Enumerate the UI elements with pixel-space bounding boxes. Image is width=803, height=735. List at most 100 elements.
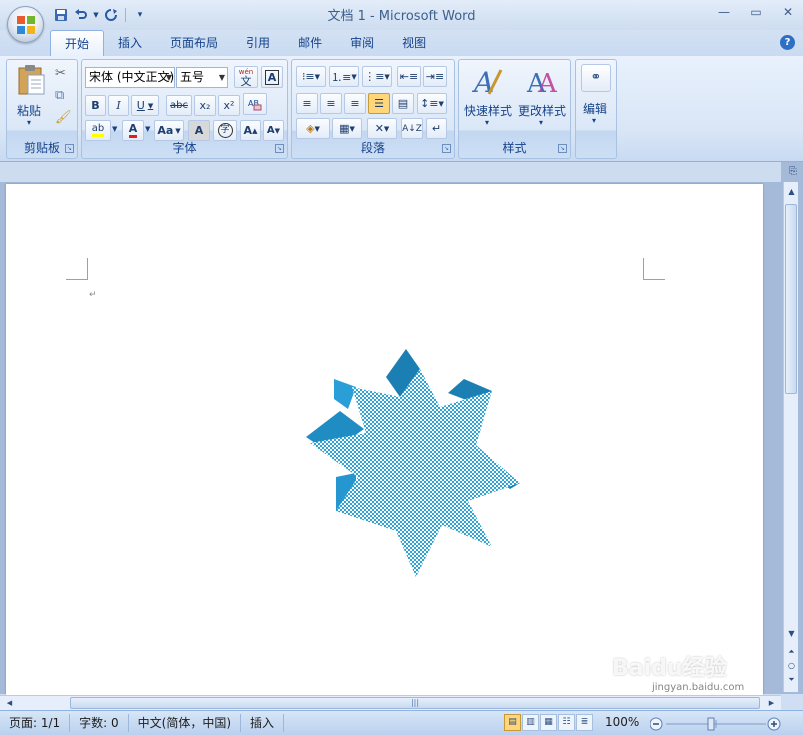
justify-button[interactable]: ☰ <box>368 93 390 114</box>
increase-indent-button[interactable]: ⇥≡ <box>423 66 447 87</box>
scroll-right-icon[interactable]: ▶ <box>764 696 779 711</box>
borders-button[interactable]: ▦ ▼ <box>332 118 362 139</box>
language-indicator[interactable]: 中文(简体，中国) <box>129 714 242 732</box>
full-screen-reading-icon[interactable]: ▥ <box>522 714 539 731</box>
decrease-indent-button[interactable]: ⇤≡ <box>397 66 421 87</box>
character-border-button[interactable]: A <box>261 66 283 88</box>
font-name-select[interactable]: 宋体 (中文正文) ▼ <box>85 67 175 88</box>
character-shading-button[interactable]: A <box>188 120 210 141</box>
editing-group[interactable]: ⚭ 编辑 ▾ <box>575 59 617 159</box>
shading-icon: ◈ <box>306 122 315 135</box>
previous-page-icon[interactable]: ⏶ <box>784 644 799 659</box>
scroll-up-icon[interactable]: ▲ <box>784 184 799 199</box>
highlight-button[interactable]: ab <box>85 120 111 141</box>
help-icon[interactable]: ? <box>780 35 795 50</box>
dialog-launcher-icon[interactable]: ↘ <box>558 144 567 153</box>
tab-home[interactable]: 开始 <box>50 30 105 57</box>
vertical-scroll-thumb[interactable] <box>785 204 797 394</box>
tab-mailings[interactable]: 邮件 <box>284 30 336 56</box>
numbering-button[interactable]: ⒈≡ ▼ <box>329 66 359 87</box>
grow-font-button[interactable]: A ▲ <box>240 120 261 141</box>
multilevel-list-icon: ⋮≡ <box>364 70 385 83</box>
next-page-icon[interactable]: ⏷ <box>784 672 799 687</box>
binoculars-icon: ⚭ <box>581 64 611 92</box>
chevron-down-icon: ▼ <box>218 73 225 82</box>
quick-styles-label: 快速样式 <box>464 104 513 118</box>
horizontal-scrollbar[interactable]: ◀ ||| ▶ <box>0 695 781 710</box>
star-shape[interactable] <box>296 349 526 579</box>
chevron-down-icon[interactable]: ▼ <box>145 125 150 133</box>
clear-formatting-button[interactable]: AB <box>243 93 267 115</box>
shrink-font-label: A <box>266 125 275 136</box>
tab-page-layout[interactable]: 页面布局 <box>156 30 232 56</box>
tab-references[interactable]: 引用 <box>232 30 284 56</box>
tab-review[interactable]: 审阅 <box>336 30 388 56</box>
tab-insert[interactable]: 插入 <box>104 30 156 56</box>
chinese-layout-button[interactable]: ✕ ▼ <box>367 118 397 139</box>
scroll-left-icon[interactable]: ◀ <box>2 696 17 711</box>
sort-button[interactable]: A↓Z <box>401 118 423 139</box>
grow-font-label: A <box>243 124 253 137</box>
dialog-launcher-icon[interactable]: ↘ <box>65 144 74 153</box>
draft-icon[interactable]: ≣ <box>576 714 593 731</box>
chinese-layout-icon: ✕ <box>374 122 384 135</box>
underline-button[interactable]: U ▼ <box>131 95 159 116</box>
office-button[interactable] <box>7 6 44 43</box>
bold-button[interactable]: B <box>85 95 106 116</box>
close-icon[interactable]: ✕ <box>779 5 797 23</box>
horizontal-scroll-thumb[interactable]: ||| <box>70 697 760 709</box>
word-count[interactable]: 字数: 0 <box>70 714 129 732</box>
font-color-button[interactable]: A <box>122 120 144 141</box>
zoom-slider[interactable] <box>650 716 784 732</box>
bullets-button[interactable]: ⁝≡ ▼ <box>296 66 326 87</box>
format-painter-icon[interactable]: 🖌 <box>55 110 72 125</box>
align-left-icon: ≡ <box>302 97 312 110</box>
strikethrough-button[interactable]: abc <box>166 95 192 116</box>
distributed-button[interactable]: ▤ <box>392 93 414 114</box>
superscript-button[interactable]: x² <box>218 95 240 116</box>
insert-mode[interactable]: 插入 <box>241 714 285 732</box>
shrink-font-button[interactable]: A ▼ <box>263 120 284 141</box>
page-count[interactable]: 页面: 1/1 <box>0 714 71 732</box>
vertical-scrollbar[interactable]: ▲ ▼ ⏶ ○ ⏷ <box>783 182 798 692</box>
dialog-launcher-icon[interactable]: ↘ <box>275 144 284 153</box>
web-layout-icon[interactable]: ▦ <box>540 714 557 731</box>
chevron-down-icon: ▼ <box>351 72 357 81</box>
quick-styles-button[interactable]: A 快速样式 ▾ <box>461 62 515 134</box>
paste-button[interactable]: 粘贴 ▾ <box>12 62 50 132</box>
paragraph-group: ⁝≡ ▼ ⒈≡ ▼ ⋮≡ ▼ ⇤≡ ⇥≡ ≡ ≡ ≡ ☰ ▤ ↕≡ ▼ ◈ ▼ ▦ ▼ ✕ ▼… <box>291 59 455 159</box>
font-size-select[interactable]: 五号 ▼ <box>176 67 228 88</box>
dialog-launcher-icon[interactable]: ↘ <box>442 144 451 153</box>
change-styles-button[interactable]: A A 更改样式 ▾ <box>515 62 569 134</box>
quick-styles-icon: A <box>471 66 503 98</box>
shading-button[interactable]: ◈ ▼ <box>296 118 330 139</box>
view-ruler-icon[interactable]: ⎘ <box>789 166 797 177</box>
change-case-button[interactable]: Aa ▼ <box>154 120 184 141</box>
document-page[interactable]: ↵ <box>6 184 763 696</box>
zoom-slider-thumb[interactable] <box>707 717 715 731</box>
ribbon-tabs: 开始 插入 页面布局 引用 邮件 审阅 视图 <box>50 30 440 57</box>
maximize-icon[interactable]: ▭ <box>747 5 765 23</box>
align-right-button[interactable]: ≡ <box>344 93 366 114</box>
zoom-level[interactable]: 100% <box>605 715 639 729</box>
line-spacing-button[interactable]: ↕≡ ▼ <box>417 93 447 114</box>
align-center-button[interactable]: ≡ <box>320 93 342 114</box>
show-marks-button[interactable]: ↵ <box>426 118 447 139</box>
chevron-down-icon[interactable]: ▼ <box>112 125 117 133</box>
cut-icon[interactable]: ✂ <box>55 66 66 81</box>
subscript-button[interactable]: x₂ <box>194 95 216 116</box>
enclose-characters-button[interactable]: 字 <box>213 120 237 141</box>
outline-icon[interactable]: ☷ <box>558 714 575 731</box>
minimize-icon[interactable]: — <box>715 5 733 23</box>
multilevel-list-button[interactable]: ⋮≡ ▼ <box>362 66 392 87</box>
paragraph-mark: ↵ <box>89 290 97 300</box>
browse-object-icon[interactable]: ○ <box>784 658 799 673</box>
ribbon-tabs-bar: 开始 插入 页面布局 引用 邮件 审阅 视图 ? <box>0 30 803 57</box>
tab-view[interactable]: 视图 <box>388 30 440 56</box>
print-layout-icon[interactable]: ▤ <box>504 714 521 731</box>
align-left-button[interactable]: ≡ <box>296 93 318 114</box>
phonetic-guide-button[interactable]: wén 文 <box>234 66 258 88</box>
copy-icon[interactable]: ⧉ <box>55 88 64 103</box>
scroll-down-icon[interactable]: ▼ <box>784 626 799 641</box>
italic-button[interactable]: I <box>108 95 129 116</box>
